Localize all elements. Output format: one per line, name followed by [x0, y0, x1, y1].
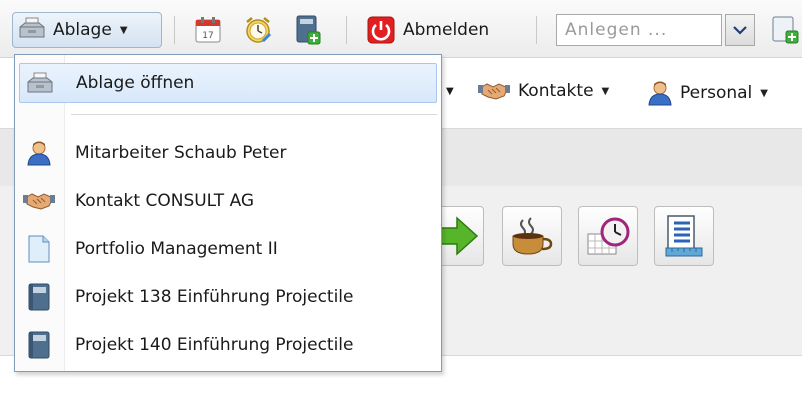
menu-divider [71, 114, 437, 116]
chevron-down-icon: ▼ [760, 87, 768, 99]
binder-icon [19, 283, 59, 311]
coffee-break-button[interactable] [502, 206, 562, 266]
binder-icon [19, 331, 59, 359]
handshake-icon [478, 83, 510, 100]
menu-item-kontakt[interactable]: Kontakt CONSULT AG [19, 181, 437, 221]
menu-item-label: Kontakt CONSULT AG [75, 191, 255, 211]
anlegen-dropdown-button[interactable] [725, 14, 755, 46]
nav-item-personal[interactable]: Personal ▼ [648, 80, 768, 106]
chevron-down-icon: ▼ [446, 86, 454, 97]
menu-item-label: Ablage öffnen [76, 73, 195, 93]
new-document-icon [296, 15, 321, 45]
handshake-icon [19, 190, 59, 212]
anlegen-input[interactable] [556, 14, 722, 46]
chevron-down-icon: ▼ [119, 24, 128, 36]
menu-item-ablage-oeffnen[interactable]: Ablage öffnen [19, 63, 437, 103]
toolbar-divider [536, 16, 537, 44]
person-icon [19, 140, 59, 166]
main-toolbar: Ablage ▼ 17 Abmelden Anlegen ... [0, 0, 802, 58]
new-page-button[interactable] [770, 14, 802, 46]
plan-list-button[interactable] [654, 206, 714, 266]
new-page-icon [772, 16, 799, 44]
menu-item-label: Projekt 140 Einführung Projectile [75, 335, 354, 355]
calendar-day: 17 [202, 31, 213, 41]
menu-item-projekt-138[interactable]: Projekt 138 Einführung Projectile [19, 277, 437, 317]
dropdown-arrow-icon [733, 26, 747, 35]
abmelden-button[interactable]: Abmelden [367, 14, 489, 46]
menu-item-projekt-140[interactable]: Projekt 140 Einführung Projectile [19, 325, 437, 365]
ruler-list-icon [665, 215, 703, 257]
menu-item-label: Mitarbeiter Schaub Peter [75, 143, 287, 163]
calendar-icon: 17 [195, 17, 221, 43]
nav-item-label: Personal [680, 83, 753, 103]
document-icon [19, 235, 59, 263]
alarm-clock-icon [246, 17, 272, 43]
person-icon [648, 81, 672, 106]
alarm-clock-button[interactable] [242, 14, 274, 46]
ablage-button-label: Ablage [53, 20, 112, 40]
menu-item-label: Portfolio Management II [75, 239, 278, 259]
toolbar-divider [346, 16, 347, 44]
nav-item-kontakte[interactable]: Kontakte ▼ [478, 80, 609, 102]
clock-calendar-icon [587, 217, 630, 255]
abmelden-label: Abmelden [403, 20, 490, 40]
calendar-button[interactable]: 17 [192, 14, 224, 46]
power-icon [367, 16, 395, 44]
coffee-cup-icon [512, 217, 553, 255]
folder-tray-icon [19, 17, 45, 44]
menu-item-portfolio[interactable]: Portfolio Management II [19, 229, 437, 269]
ablage-button[interactable]: Ablage ▼ [12, 12, 162, 48]
chevron-down-icon: ▼ [601, 85, 610, 97]
folder-tray-icon [20, 72, 60, 94]
menu-item-mitarbeiter[interactable]: Mitarbeiter Schaub Peter [19, 133, 437, 173]
menu-item-label: Projekt 138 Einführung Projectile [75, 287, 354, 307]
nav-item-label: Kontakte [518, 81, 594, 101]
toolbar-divider [174, 16, 175, 44]
ablage-dropdown-menu: Ablage öffnen Mitarbeiter Schaub Peter K… [14, 54, 442, 372]
new-document-button[interactable] [292, 14, 324, 46]
time-tracking-button[interactable] [578, 206, 638, 266]
